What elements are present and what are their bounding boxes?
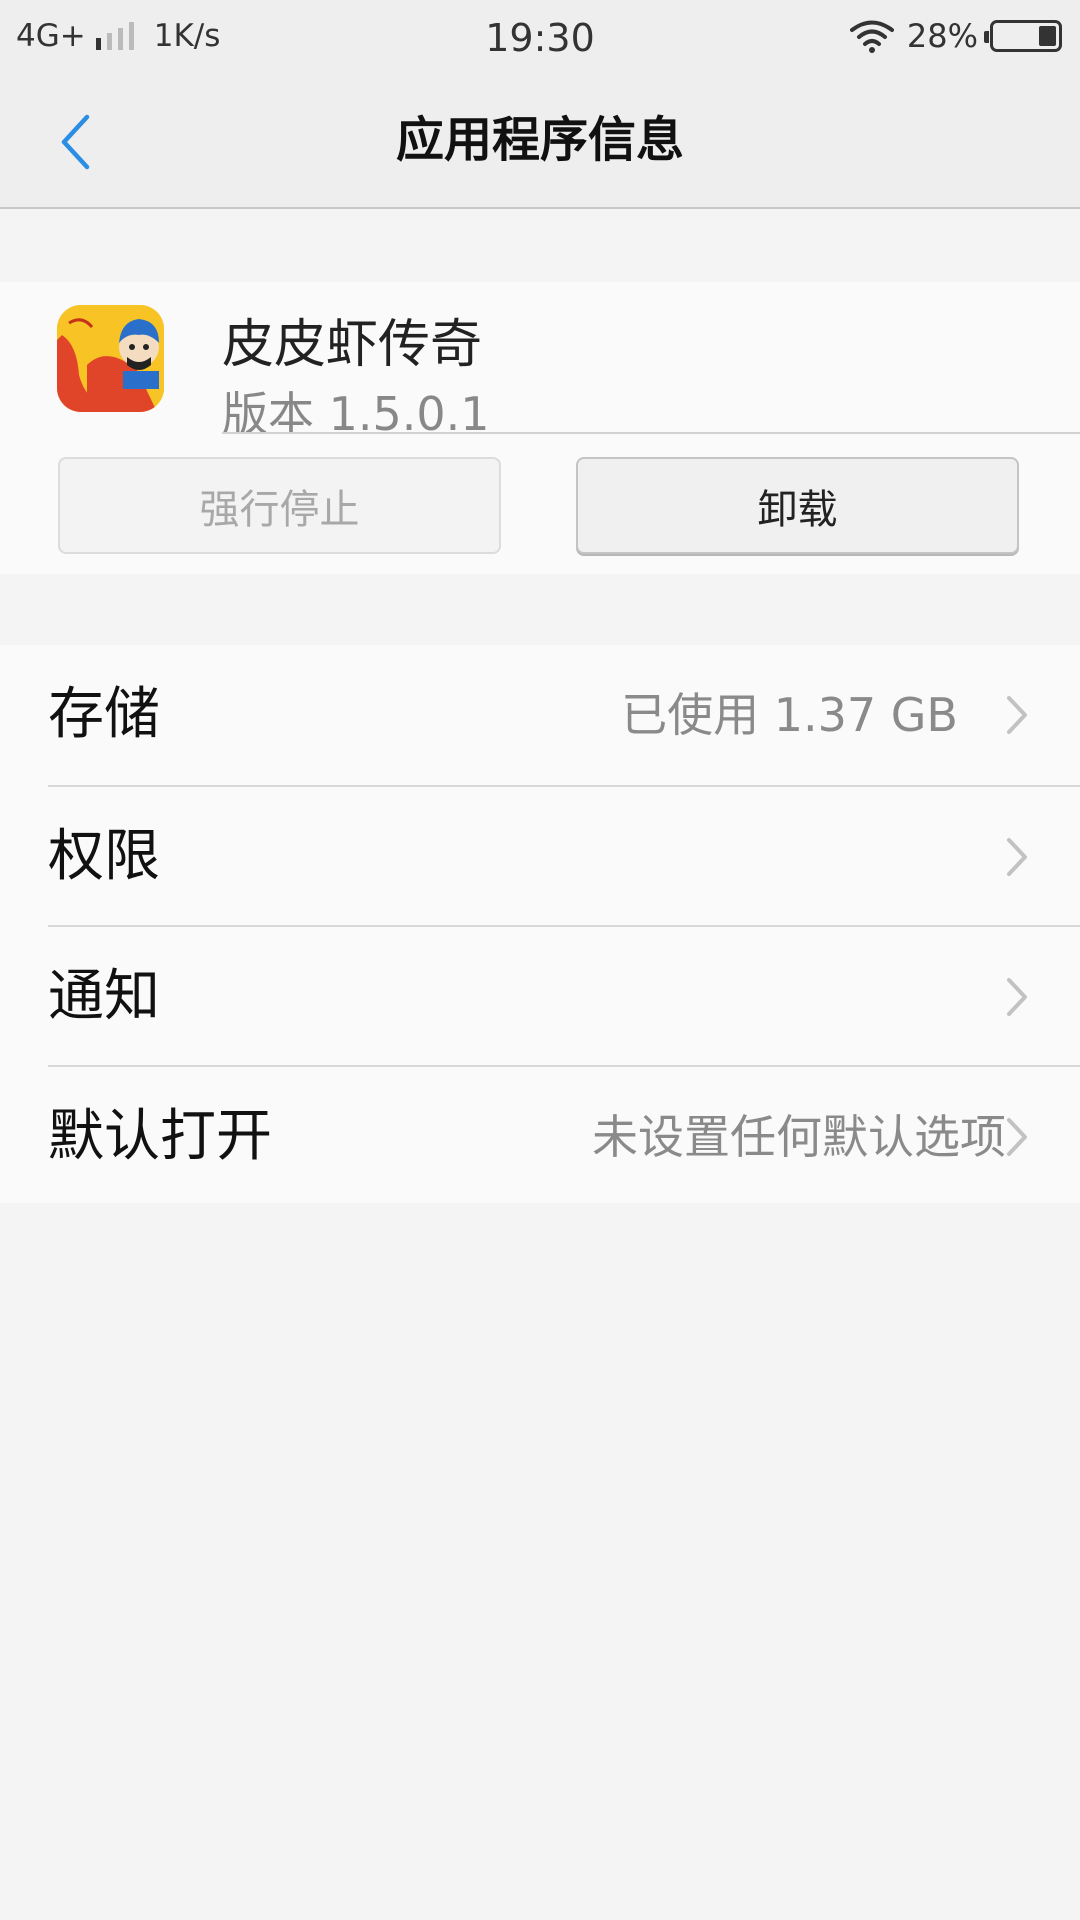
row-label: 通知 (48, 964, 160, 1029)
settings-list: 存储 已使用 1.37 GB 权限 通知 默认打开 未设置任何默认选项 (0, 645, 1080, 1203)
row-value: 未设置任何默认选项 (592, 1110, 1006, 1164)
chevron-right-icon (1007, 978, 1027, 1016)
app-header: 皮皮虾传奇 版本 1.5.0.1 强行停止 卸载 (0, 282, 1080, 574)
divider (222, 432, 1080, 434)
row-label: 默认打开 (48, 1104, 272, 1169)
app-icon (57, 305, 164, 412)
app-logo-icon (57, 305, 164, 412)
row-value: 已使用 1.37 GB (621, 688, 958, 742)
battery-percent: 28% (906, 17, 978, 55)
notifications-row[interactable]: 通知 (48, 925, 1080, 1065)
page-title: 应用程序信息 (395, 112, 684, 168)
wifi-icon (849, 20, 894, 53)
chevron-right-icon (1007, 1118, 1027, 1156)
row-label: 权限 (48, 824, 160, 889)
chevron-right-icon (1007, 696, 1027, 734)
app-name: 皮皮虾传奇 (222, 315, 483, 375)
navigation-bar: 应用程序信息 (0, 72, 1080, 209)
battery-icon (984, 20, 1062, 52)
status-bar: 4G+ 1K/s 19:30 28% (0, 0, 1080, 72)
permissions-row[interactable]: 权限 (48, 785, 1080, 925)
battery-level (1039, 26, 1056, 46)
chevron-right-icon (1007, 838, 1027, 876)
open-by-default-row[interactable]: 默认打开 未设置任何默认选项 (48, 1065, 1080, 1205)
row-label: 存储 (48, 682, 160, 747)
storage-row[interactable]: 存储 已使用 1.37 GB (0, 645, 1080, 785)
app-version: 版本 1.5.0.1 (222, 387, 490, 441)
force-stop-button[interactable]: 强行停止 (58, 457, 501, 554)
uninstall-button[interactable]: 卸载 (576, 457, 1019, 554)
status-right: 28% (849, 0, 1062, 72)
